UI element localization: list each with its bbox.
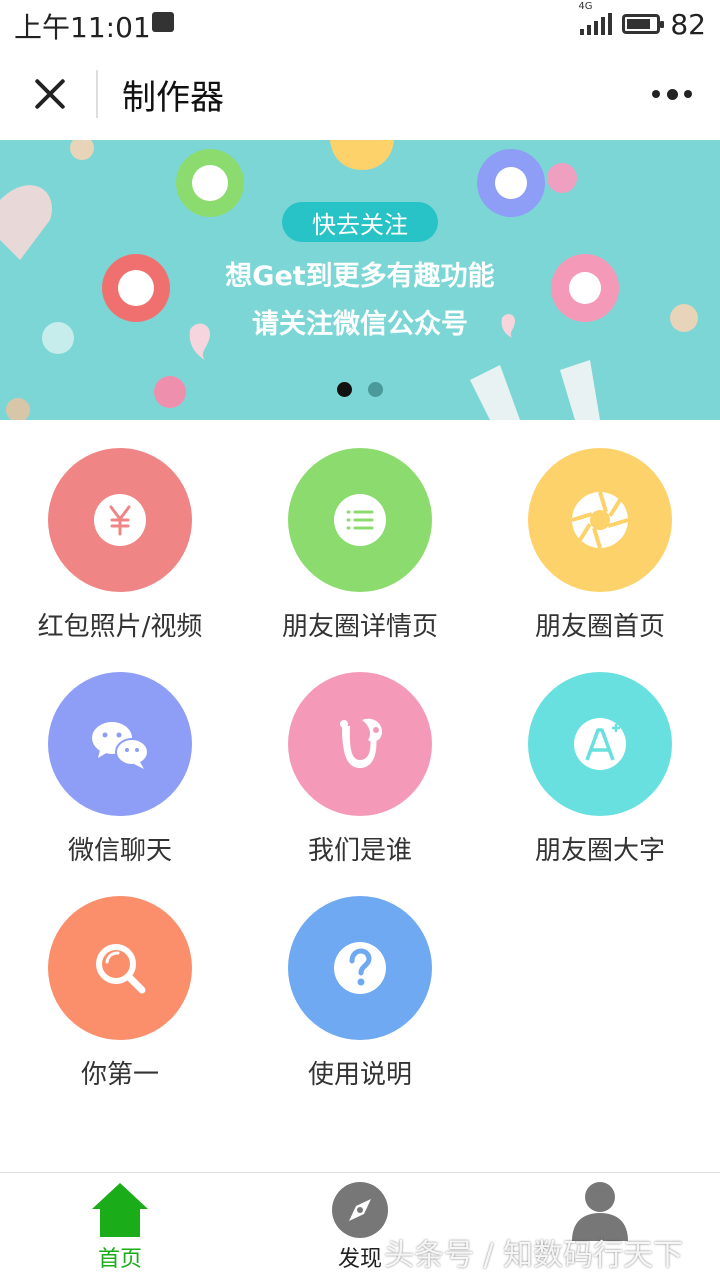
status-time: 上午11:01 bbox=[14, 11, 151, 44]
feature-label: 微信聊天 bbox=[67, 836, 172, 866]
feature-circle[interactable] bbox=[288, 672, 432, 816]
feature-label: 我们是谁 bbox=[307, 836, 412, 866]
aperture-icon bbox=[571, 491, 629, 549]
search-icon bbox=[96, 944, 146, 994]
feature-circle[interactable] bbox=[528, 672, 672, 816]
battery-level: 82 bbox=[670, 7, 706, 41]
carousel-indicator[interactable] bbox=[0, 382, 720, 397]
wechat-icon bbox=[92, 722, 149, 769]
feature-circle[interactable] bbox=[48, 448, 192, 592]
mascot-icon bbox=[340, 718, 382, 768]
home-icon bbox=[92, 1183, 148, 1237]
feature-label: 红包照片/视频 bbox=[37, 612, 203, 642]
page-title: 制作器 bbox=[122, 78, 224, 118]
feature-moments-detail[interactable]: 朋友圈详情页 bbox=[240, 448, 480, 672]
follow-badge: 快去关注 bbox=[282, 202, 438, 242]
more-options-icon[interactable] bbox=[652, 82, 692, 106]
carousel-dot-1[interactable] bbox=[337, 382, 352, 397]
carousel-dot-2[interactable] bbox=[368, 382, 383, 397]
question-icon bbox=[334, 942, 386, 994]
feature-circle[interactable] bbox=[528, 448, 672, 592]
compass-icon bbox=[332, 1182, 388, 1238]
feature-circle[interactable] bbox=[288, 896, 432, 1040]
banner-subline: 请关注微信公众号 bbox=[252, 309, 468, 340]
font-plus-icon bbox=[574, 718, 626, 770]
list-icon bbox=[334, 494, 386, 546]
feature-label: 朋友圈大字 bbox=[534, 836, 665, 866]
feature-wechat-chat[interactable]: 微信聊天 bbox=[0, 672, 240, 896]
feature-circle[interactable] bbox=[288, 448, 432, 592]
promo-banner[interactable]: 快去关注 想Get到更多有趣功能 请关注微信公众号 bbox=[0, 140, 720, 420]
feature-label: 你第一 bbox=[80, 1060, 159, 1090]
feature-moments-home[interactable]: 朋友圈首页 bbox=[480, 448, 720, 672]
banner-headline: 想Get到更多有趣功能 bbox=[225, 261, 495, 292]
feature-label: 使用说明 bbox=[307, 1060, 412, 1090]
tab-home[interactable]: 首页 bbox=[0, 1173, 240, 1281]
feature-label: 朋友圈详情页 bbox=[281, 612, 438, 642]
status-bar: 上午11:01 4G 82 bbox=[0, 0, 720, 48]
feature-instructions[interactable]: 使用说明 bbox=[240, 896, 480, 1120]
yen-icon bbox=[94, 494, 146, 546]
signal-icon: 4G bbox=[578, 1, 613, 35]
tab-label: 首页 bbox=[97, 1247, 142, 1272]
title-divider bbox=[96, 70, 98, 118]
network-type: 4G bbox=[578, 1, 593, 12]
feature-you-first[interactable]: 你第一 bbox=[0, 896, 240, 1120]
watermark: 头条号 / 知数码行天下 bbox=[384, 1238, 684, 1273]
close-icon[interactable] bbox=[30, 74, 70, 114]
feature-circle[interactable] bbox=[48, 672, 192, 816]
sim-icon bbox=[152, 12, 174, 32]
battery-icon bbox=[622, 14, 665, 34]
feature-big-text[interactable]: 朋友圈大字 bbox=[480, 672, 720, 896]
feature-red-packet[interactable]: 红包照片/视频 bbox=[0, 448, 240, 672]
feature-circle[interactable] bbox=[48, 896, 192, 1040]
title-bar: 制作器 bbox=[0, 48, 720, 140]
feature-label: 朋友圈首页 bbox=[534, 612, 665, 642]
feature-about-us[interactable]: 我们是谁 bbox=[240, 672, 480, 896]
